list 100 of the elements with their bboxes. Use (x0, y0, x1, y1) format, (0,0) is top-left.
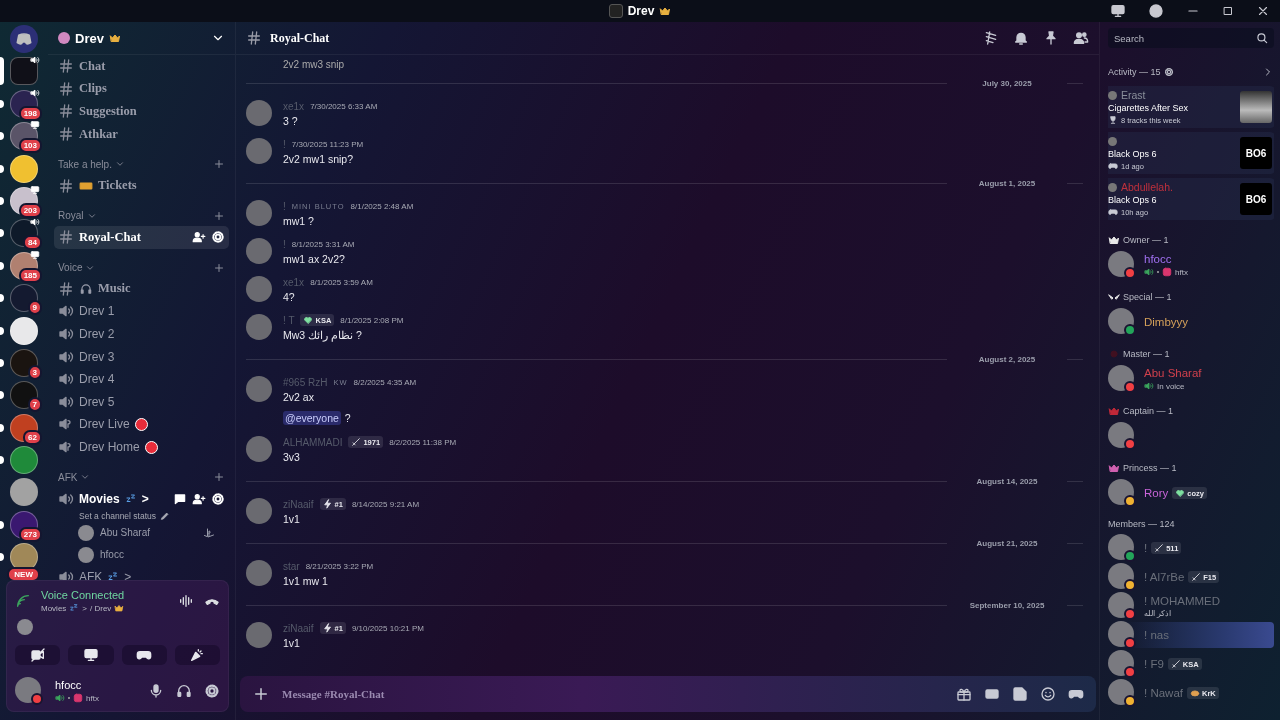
channel-name: Drev 1 (79, 304, 115, 319)
channel-item[interactable]: Drev 4 (54, 367, 229, 391)
avatar (1108, 679, 1134, 705)
close-icon[interactable] (1256, 4, 1270, 18)
user-name: Erast (1121, 89, 1146, 101)
channel-item[interactable]: Drev Home (54, 435, 229, 459)
mention[interactable]: @everyone (283, 411, 341, 425)
add-channel-icon[interactable] (213, 209, 225, 222)
add-channel-icon[interactable] (213, 158, 225, 171)
channel-item[interactable]: Royal-Chat (54, 225, 229, 249)
invite-icon[interactable] (192, 230, 206, 245)
avatar (1108, 422, 1134, 448)
headphones-icon[interactable] (176, 683, 192, 699)
window-title: Drev (627, 4, 655, 18)
category-header[interactable]: Take a help. (58, 158, 112, 170)
avatar (246, 138, 272, 164)
settings-icon[interactable] (204, 683, 220, 699)
screen-icon[interactable] (1110, 3, 1126, 19)
member-name: Rory (1144, 487, 1169, 499)
activity-button[interactable] (121, 645, 167, 665)
invite-icon[interactable] (192, 491, 206, 506)
gift-icon[interactable] (956, 686, 972, 702)
channel-item[interactable]: Clips (54, 77, 229, 101)
server-icon[interactable] (10, 316, 38, 345)
category-header[interactable]: Voice (58, 262, 83, 274)
threads-icon[interactable] (983, 30, 999, 46)
count-badge: 103 (18, 138, 42, 154)
channel-item[interactable]: Movies > (54, 487, 229, 510)
message-text: mw1 ax 2v2? (283, 253, 346, 265)
voice-channel-link[interactable]: Movies (41, 603, 67, 613)
emoji-icon[interactable] (1040, 686, 1056, 702)
channel-item[interactable]: Chat (54, 55, 229, 78)
chat-icon[interactable] (173, 491, 187, 506)
category-header[interactable]: Royal (58, 210, 84, 222)
activity-title: Black Ops 6 (1108, 195, 1158, 205)
message-text: 1v1 mw 1 (283, 575, 329, 587)
add-channel-icon[interactable] (213, 261, 225, 274)
microphone-icon[interactable] (148, 683, 164, 699)
message-composer[interactable]: Message #Royal-Chat (240, 676, 1096, 712)
channel-item[interactable]: Tickets (54, 174, 229, 197)
channel-item[interactable]: Drev Live (54, 413, 229, 436)
avatar (246, 376, 272, 402)
timestamp: 8/2/2025 4:35 AM (353, 377, 417, 387)
member-name: ! Nawaf (1144, 687, 1183, 699)
channel-status[interactable]: Set a channel status (79, 510, 157, 521)
member-row[interactable]: hfocc hftx (1108, 252, 1274, 278)
avatar (246, 498, 272, 524)
server-icon[interactable] (10, 154, 38, 183)
search-field[interactable]: Search (1108, 28, 1274, 48)
role-header: Owner — 1 (1123, 235, 1169, 245)
settings-icon[interactable] (1163, 67, 1174, 77)
hash-icon (246, 30, 262, 46)
channel-item[interactable]: Music (54, 277, 229, 301)
message-field[interactable]: Message #Royal-Chat (282, 688, 944, 700)
channel-item[interactable]: Drev 2 (54, 322, 229, 346)
bell-icon[interactable] (1013, 30, 1029, 46)
voice-member[interactable]: hfocc (54, 543, 229, 566)
server-header[interactable]: Drev (48, 22, 235, 55)
members-icon[interactable] (1073, 30, 1089, 46)
maximize-icon[interactable] (1222, 5, 1234, 17)
voice-member[interactable]: Abu Sharaf (54, 521, 229, 544)
channel-item[interactable]: Drev 1 (54, 300, 229, 323)
timestamp: 8/2/2025 11:38 PM (389, 437, 457, 447)
screen-share-button[interactable] (68, 645, 114, 665)
home-button[interactable] (10, 25, 38, 53)
help-icon[interactable] (1148, 3, 1164, 19)
plus-icon[interactable] (252, 685, 270, 703)
camera-button[interactable] (15, 645, 61, 665)
channel-item[interactable]: Drev 5 (54, 390, 229, 414)
add-channel-icon[interactable] (213, 471, 225, 484)
member-row[interactable]: Abu Sharaf In voice (1108, 366, 1274, 392)
avatar (78, 546, 94, 563)
message-text: 2v2 ax (283, 391, 315, 403)
message-text: Mw3 نظام رائك ? (283, 329, 363, 341)
member-name: ! nas (1144, 629, 1169, 641)
server-icon[interactable] (10, 413, 38, 442)
server-icon[interactable] (10, 478, 38, 507)
server-icon[interactable] (10, 446, 38, 475)
channel-item[interactable]: Athkar (54, 122, 229, 146)
message-text: 3v3 (283, 451, 301, 463)
soundboard-button[interactable] (174, 645, 220, 665)
settings-icon[interactable] (211, 230, 225, 245)
avatar (246, 622, 272, 648)
member-name: Dimbyyy (1144, 316, 1189, 328)
category-header[interactable]: AFK (58, 471, 78, 483)
role-header: Master — 1 (1123, 349, 1170, 359)
channel-name: Drev 2 (79, 327, 115, 342)
gif-icon[interactable] (984, 686, 1000, 702)
logo-icon (15, 30, 33, 48)
food-icon (1190, 688, 1200, 698)
server-icon[interactable] (10, 57, 38, 86)
member-name: ! Al7rBe (1144, 571, 1185, 583)
waveform-icon[interactable] (178, 593, 194, 609)
channel-item[interactable]: Suggestion (54, 100, 229, 123)
pin-icon[interactable] (1043, 30, 1059, 46)
sticker-icon[interactable] (1012, 686, 1028, 702)
channel-item[interactable]: Drev 3 (54, 345, 229, 368)
date-divider: August 14, 2025 (975, 476, 1039, 486)
album-art-placeholder (1240, 91, 1272, 123)
member-row[interactable]: Dimbyyy (1108, 309, 1274, 335)
